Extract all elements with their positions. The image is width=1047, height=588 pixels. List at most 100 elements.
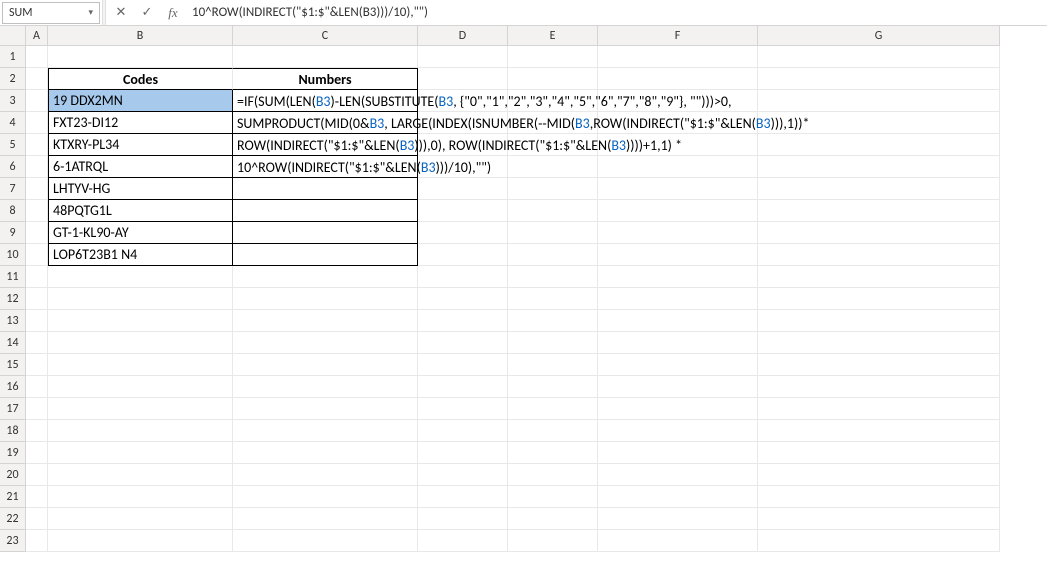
cell[interactable] [418, 134, 508, 156]
cell[interactable] [508, 244, 598, 266]
cell[interactable] [418, 156, 508, 178]
cell[interactable] [758, 332, 1000, 354]
cell[interactable] [418, 420, 508, 442]
row-header[interactable]: 9 [0, 222, 26, 244]
cell[interactable] [48, 530, 233, 552]
cell[interactable] [758, 200, 1000, 222]
cell[interactable] [598, 112, 758, 134]
cell[interactable] [508, 112, 598, 134]
confirm-formula-button[interactable]: ✓ [134, 1, 160, 25]
cell[interactable]: GT-1-KL90-AY [48, 222, 233, 244]
row-header[interactable]: 21 [0, 486, 26, 508]
cell[interactable] [233, 508, 418, 530]
cell[interactable] [508, 288, 598, 310]
cell[interactable] [508, 376, 598, 398]
cell[interactable] [598, 178, 758, 200]
cell[interactable] [758, 266, 1000, 288]
cell[interactable]: SUMPRODUCT(MID(0&B3, LARGE(INDEX(ISNUMBE… [233, 112, 418, 134]
cell[interactable] [508, 90, 598, 112]
cell[interactable]: 48PQTG1L [48, 200, 233, 222]
cell[interactable] [418, 288, 508, 310]
cell[interactable] [758, 310, 1000, 332]
col-header-C[interactable]: C [233, 26, 418, 46]
cell[interactable]: 6-1ATRQL [48, 156, 233, 178]
cell[interactable] [26, 266, 48, 288]
cell[interactable] [758, 68, 1000, 90]
row-header[interactable]: 17 [0, 398, 26, 420]
cancel-formula-button[interactable]: ✕ [108, 1, 134, 25]
cell[interactable] [418, 266, 508, 288]
cell[interactable] [418, 464, 508, 486]
cell[interactable] [26, 508, 48, 530]
cell[interactable] [508, 398, 598, 420]
cell[interactable] [508, 486, 598, 508]
cell[interactable] [26, 46, 48, 68]
cell[interactable] [758, 464, 1000, 486]
cell[interactable] [758, 134, 1000, 156]
row-header[interactable]: 12 [0, 288, 26, 310]
cell[interactable] [598, 354, 758, 376]
row-header[interactable]: 16 [0, 376, 26, 398]
cell[interactable] [418, 398, 508, 420]
cell[interactable] [758, 90, 1000, 112]
cell[interactable] [598, 530, 758, 552]
cell[interactable] [418, 178, 508, 200]
cell[interactable] [48, 508, 233, 530]
cell[interactable] [233, 464, 418, 486]
cell[interactable] [418, 354, 508, 376]
row-header[interactable]: 13 [0, 310, 26, 332]
cell-B3-active[interactable]: 19 DDX2MN [48, 90, 233, 112]
col-header-G[interactable]: G [758, 26, 1000, 46]
cell[interactable] [758, 354, 1000, 376]
cell[interactable] [26, 200, 48, 222]
cell[interactable] [758, 112, 1000, 134]
col-header-F[interactable]: F [598, 26, 758, 46]
row-header[interactable]: 20 [0, 464, 26, 486]
cell[interactable] [418, 530, 508, 552]
cell[interactable] [26, 178, 48, 200]
col-header-A[interactable]: A [26, 26, 48, 46]
cell[interactable] [233, 530, 418, 552]
cell[interactable] [48, 354, 233, 376]
cell[interactable] [598, 464, 758, 486]
cell[interactable] [508, 222, 598, 244]
cell[interactable] [26, 464, 48, 486]
cell[interactable] [418, 90, 508, 112]
cell[interactable]: FXT23-DI12 [48, 112, 233, 134]
row-header[interactable]: 22 [0, 508, 26, 530]
cell[interactable] [758, 398, 1000, 420]
row-header[interactable]: 2 [0, 68, 26, 90]
cell[interactable] [418, 222, 508, 244]
cell[interactable] [758, 420, 1000, 442]
col-header-B[interactable]: B [48, 26, 233, 46]
cell[interactable] [233, 310, 418, 332]
cell[interactable] [26, 420, 48, 442]
cell[interactable] [26, 90, 48, 112]
cell[interactable] [758, 486, 1000, 508]
row-header[interactable]: 19 [0, 442, 26, 464]
row-header[interactable]: 3 [0, 90, 26, 112]
row-header[interactable]: 11 [0, 266, 26, 288]
cell[interactable] [26, 244, 48, 266]
cell[interactable] [418, 376, 508, 398]
cell[interactable] [418, 508, 508, 530]
cell[interactable] [48, 310, 233, 332]
cell[interactable] [758, 222, 1000, 244]
cell[interactable] [598, 442, 758, 464]
cell[interactable] [26, 530, 48, 552]
cell[interactable] [758, 530, 1000, 552]
cell[interactable] [598, 266, 758, 288]
cell[interactable]: ROW(INDIRECT("$1:$"&LEN(B3))),0), ROW(IN… [233, 134, 418, 156]
cell[interactable] [508, 310, 598, 332]
cell[interactable] [26, 332, 48, 354]
cell[interactable]: KTXRY-PL34 [48, 134, 233, 156]
cell[interactable] [598, 222, 758, 244]
cell[interactable] [48, 376, 233, 398]
cell[interactable] [598, 376, 758, 398]
cell[interactable] [508, 508, 598, 530]
insert-function-button[interactable]: fx [160, 1, 186, 25]
cell[interactable] [508, 354, 598, 376]
row-header[interactable]: 14 [0, 332, 26, 354]
name-box[interactable]: SUM ▾ [2, 2, 100, 24]
cell[interactable] [418, 442, 508, 464]
